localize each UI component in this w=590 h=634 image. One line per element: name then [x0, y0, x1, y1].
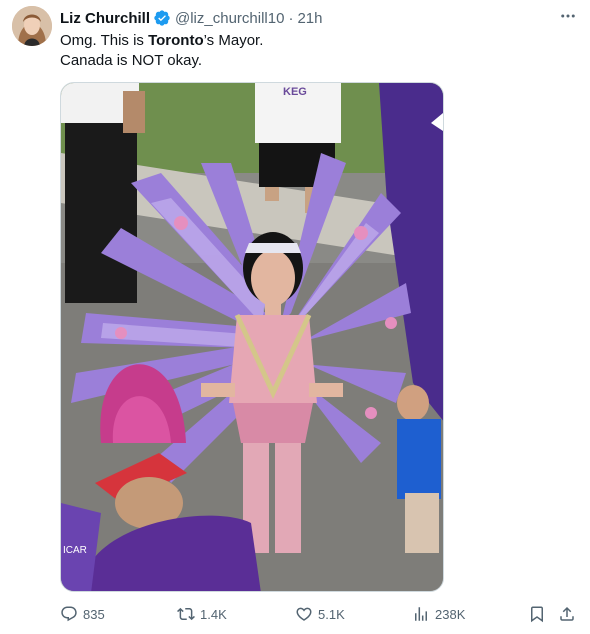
repost-icon: [177, 607, 195, 621]
tweet-time[interactable]: 21h: [297, 10, 322, 27]
reply-icon: [61, 606, 77, 622]
like-count: 5.1K: [318, 606, 345, 622]
sleeve-text: ICAR: [63, 545, 87, 556]
bold-word: Toronto: [148, 32, 204, 49]
bookmark-icon: [531, 606, 543, 623]
separator-dot: ·: [288, 9, 294, 27]
parade-photo: KEG ICAR: [61, 83, 443, 591]
tweet-text: Omg. This is Toronto’s Mayor. Canada is …: [60, 31, 263, 71]
author-name[interactable]: Liz Churchill: [60, 10, 150, 27]
like-icon: [296, 607, 312, 621]
tweet-line-2: Canada is NOT okay.: [60, 52, 203, 69]
like-button[interactable]: 5.1K: [295, 602, 345, 626]
tweet-header: Liz Churchill @liz_churchill10 · 21h: [60, 8, 322, 28]
reply-count: 835: [83, 606, 105, 622]
author-handle[interactable]: @liz_churchill10: [175, 10, 284, 27]
avatar[interactable]: [12, 6, 52, 46]
reply-button[interactable]: 835: [60, 602, 105, 626]
bookmark-button[interactable]: [528, 602, 551, 626]
repost-button[interactable]: 1.4K: [177, 602, 227, 626]
share-icon: [560, 606, 574, 621]
repost-count: 1.4K: [200, 606, 227, 622]
verified-badge-icon: [154, 10, 170, 26]
avatar-image: [12, 6, 52, 46]
views-button[interactable]: 238K: [412, 602, 465, 626]
views-icon: [415, 607, 427, 621]
tweet-photo[interactable]: KEG ICAR: [60, 82, 444, 592]
share-button[interactable]: [558, 602, 581, 626]
shirt-text: KEG: [283, 86, 307, 98]
tweet-line-1: Omg. This is Toronto’s Mayor.: [60, 32, 264, 49]
more-icon[interactable]: [556, 6, 580, 26]
tweet[interactable]: Liz Churchill @liz_churchill10 · 21h Omg…: [0, 0, 590, 634]
action-bar: 835 1.4K 5.1K 238K: [60, 602, 580, 626]
views-count: 238K: [435, 606, 466, 622]
